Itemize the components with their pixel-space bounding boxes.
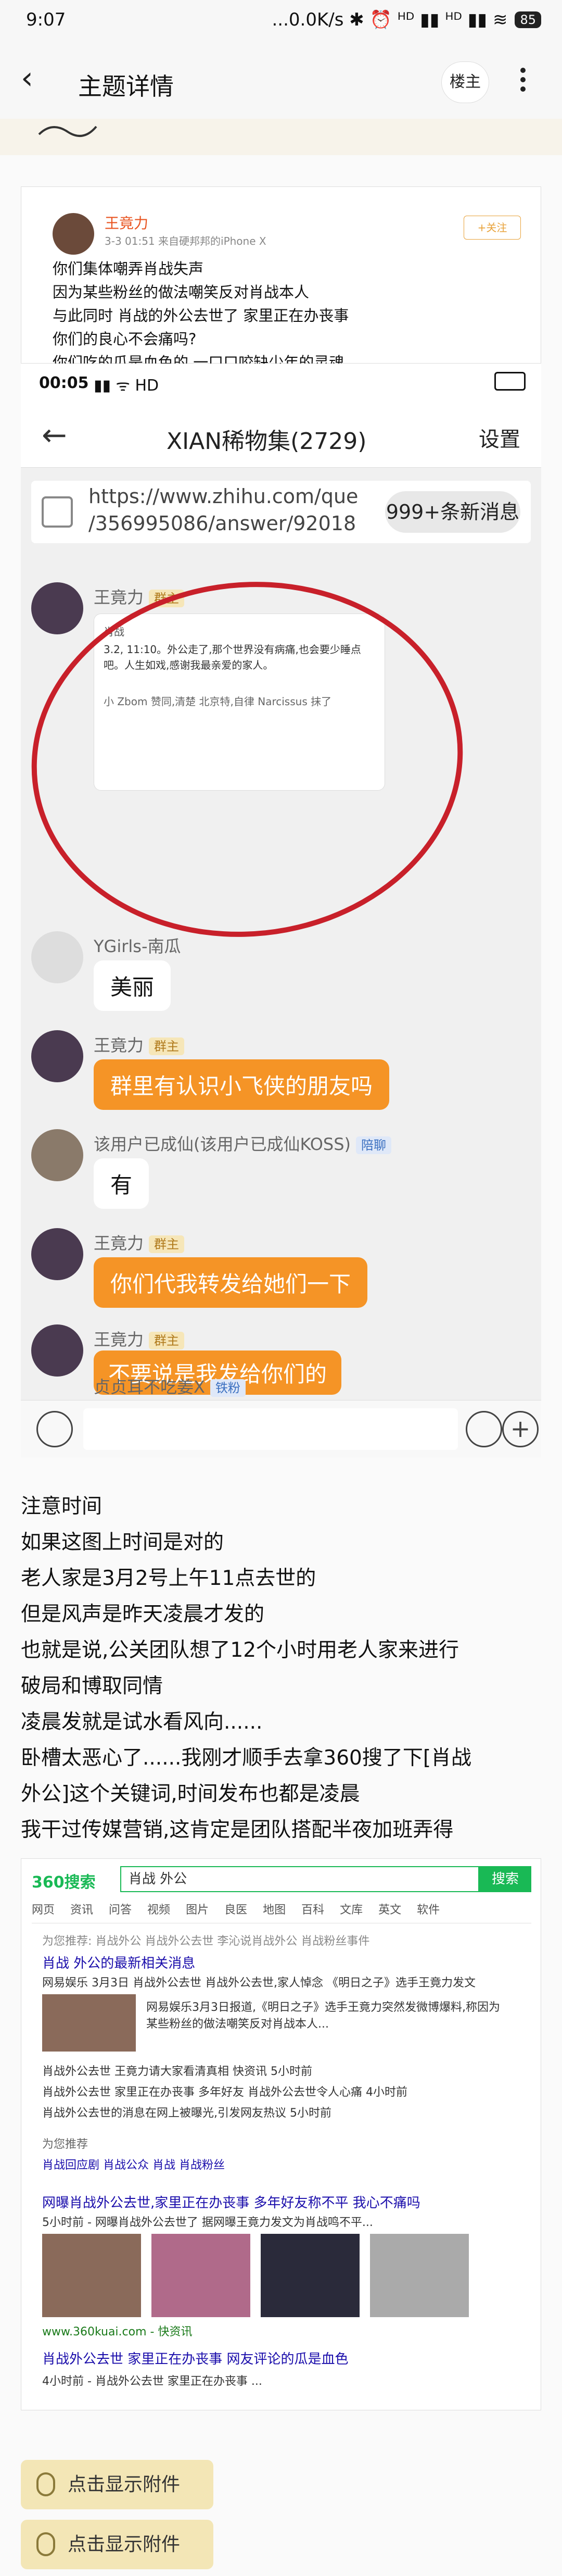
more-icon[interactable] <box>515 64 531 105</box>
avatar <box>31 582 83 634</box>
chat-message: YGirls-南瓜 美丽 <box>31 931 395 1035</box>
result-thumbnail <box>261 2234 360 2317</box>
embedded-screenshot[interactable]: 王竟力 3-3 01:51 来自硬邦邦的iPhone X +关注 你们集体嘲弄肖… <box>21 186 541 1457</box>
speaker-icon <box>42 496 73 528</box>
follow-button: +关注 <box>464 216 521 240</box>
search-logo: 360搜索 <box>32 1873 96 1892</box>
show-attachment-button[interactable]: 点击显示附件 <box>21 2460 213 2509</box>
status-time: 9:07 <box>26 9 66 30</box>
sketch-image-fragment <box>38 126 97 137</box>
page-title: 主题详情 <box>78 72 174 101</box>
chat-message: 王竟力 群主 你们代我转发给她们一下 <box>31 1228 500 1332</box>
avatar <box>31 1030 83 1082</box>
weibo-post: 王竟力 3-3 01:51 来自硬邦邦的iPhone X +关注 你们集体嘲弄肖… <box>21 186 541 371</box>
avatar <box>31 1324 83 1377</box>
search-button: 搜索 <box>479 1866 531 1892</box>
new-messages-badge: 999+条新消息 <box>385 491 520 533</box>
chat-screenshot: 00:05 ▮▮ ᯤ HD ← XIAN稀物集(2729) 设置 https:/… <box>21 364 541 1457</box>
back-arrow-icon[interactable]: ‹ <box>21 62 52 99</box>
voice-icon <box>36 1411 73 1447</box>
show-attachment-button[interactable]: 点击显示附件 <box>21 2520 213 2569</box>
battery-icon: 85 <box>515 11 541 28</box>
result-thumbnail <box>370 2234 469 2317</box>
status-indicators: ...0.0K/s ✱ ⏰ ᴴᴰ ▮▮ ᴴᴰ ▮▮ ≋ <box>272 9 508 30</box>
chat-title: XIAN稀物集(2729) <box>167 428 367 455</box>
chat-message: 贞贞耳不吃姜X 铁粉 <box>31 1374 500 1405</box>
chat-settings: 设置 <box>479 428 520 452</box>
chat-input-bar: + <box>21 1400 541 1457</box>
battery-icon <box>494 372 526 391</box>
search-screenshot[interactable]: 360搜索 肖战 外公 搜索 网页 资讯 问答 视频 图片 良医 地图 百科 文库 英文 软件 为您… <box>21 1858 541 2410</box>
avatar <box>31 931 83 983</box>
paperclip-icon <box>36 2472 55 2496</box>
post-text: 注意时间 如果这图上时间是对的 老人家是3月2号上午11点去世的 但是风声是昨天… <box>21 1495 472 1842</box>
post-body: 王竟力 3-3 01:51 来自硬邦邦的iPhone X +关注 你们集体嘲弄肖… <box>0 155 562 2576</box>
chat-header: ← XIAN稀物集(2729) 设置 <box>21 403 541 468</box>
search-input: 肖战 外公 <box>120 1866 479 1892</box>
result-thumbnail <box>42 2234 141 2317</box>
chat-input <box>83 1408 458 1450</box>
avatar <box>31 1129 83 1181</box>
weibo-author: 王竟力 <box>105 215 149 232</box>
result-thumbnail <box>151 2234 250 2317</box>
avatar <box>53 213 94 255</box>
plus-icon: + <box>502 1411 539 1447</box>
chat-message: 该用户已成仙(该用户已成仙KOSS) 陪聊 有 <box>31 1129 500 1233</box>
back-arrow-icon: ← <box>42 417 67 453</box>
emoji-icon <box>466 1411 502 1447</box>
app-bar: ‹ 主题详情 楼主 <box>0 46 562 119</box>
weibo-text: 你们集体嘲弄肖战失声 因为某些粉丝的做法嘲笑反对肖战本人 与此同时 肖战的外公去… <box>53 260 349 371</box>
weibo-meta: 3-3 01:51 来自硬邦邦的iPhone X <box>105 235 266 247</box>
owner-only-button[interactable]: 楼主 <box>441 61 489 103</box>
paperclip-icon <box>36 2532 55 2556</box>
previous-post-fragment <box>0 119 562 155</box>
status-bar: 9:07 ...0.0K/s ✱ ⏰ ᴴᴰ ▮▮ ᴴᴰ ▮▮ ≋ 85 <box>0 0 562 46</box>
result-thumbnail <box>42 1994 136 2052</box>
avatar <box>31 1228 83 1280</box>
phone-status-bar: 00:05 ▮▮ ᯤ HD <box>21 364 541 403</box>
search-tabs: 网页 资讯 问答 视频 图片 良医 地图 百科 文库 英文 软件 <box>32 1900 531 1923</box>
chat-message: 王竟力 群主 群里有认识小飞侠的朋友吗 <box>31 1030 500 1134</box>
